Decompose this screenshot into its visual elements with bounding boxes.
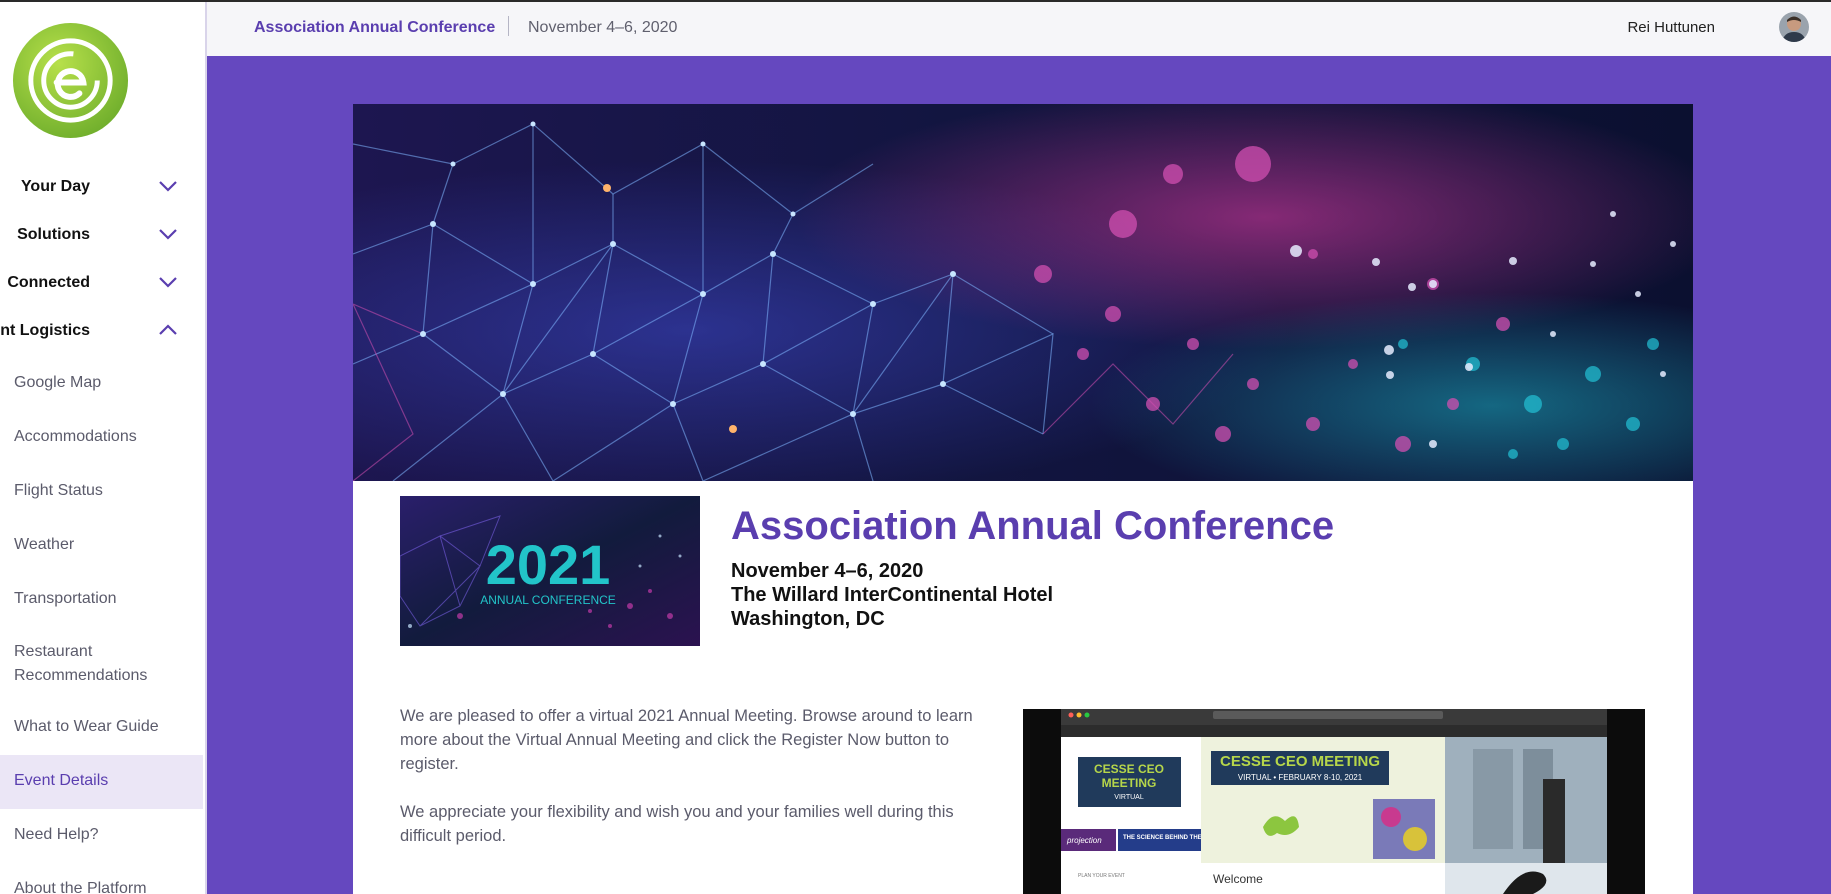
sidebar-item-label: About the Platform bbox=[14, 880, 147, 894]
sidebar-section-connected[interactable]: Connected bbox=[0, 263, 205, 303]
user-name[interactable]: Rei Huttunen bbox=[1627, 19, 1715, 36]
sidebar-item-what-to-wear-guide[interactable]: What to Wear Guide bbox=[0, 704, 203, 750]
virtual-platform-preview-image: CESSE CEO MEETING VIRTUAL projection THE… bbox=[1023, 709, 1645, 894]
sidebar: Your Day Solutions Connected nt Logistic… bbox=[0, 2, 207, 894]
avatar[interactable] bbox=[1779, 12, 1809, 42]
preview-welcome-text: Welcome bbox=[1213, 872, 1263, 886]
sidebar-item-label: Restaurant Recommendations bbox=[14, 643, 148, 684]
top-header: Association Annual Conference November 4… bbox=[207, 2, 1831, 56]
intro-paragraph: We are pleased to offer a virtual 2021 A… bbox=[400, 707, 973, 773]
chevron-down-icon bbox=[159, 181, 177, 192]
sidebar-item-weather[interactable]: Weather bbox=[0, 522, 203, 568]
conference-venue: The Willard InterContinental Hotel bbox=[731, 584, 1054, 606]
header-event-dates: November 4–6, 2020 bbox=[528, 19, 678, 36]
preview-graphic: CESSE CEO MEETING VIRTUAL projection THE… bbox=[1023, 709, 1645, 894]
sidebar-item-label: Flight Status bbox=[14, 482, 103, 499]
sidebar-item-label: Need Help? bbox=[14, 826, 99, 843]
sidebar-item-label: What to Wear Guide bbox=[14, 718, 159, 735]
sidebar-section-solutions[interactable]: Solutions bbox=[0, 215, 205, 255]
conference-2021-thumbnail: 2021 ANNUAL CONFERENCE bbox=[400, 496, 700, 646]
sidebar-section-label: nt Logistics bbox=[0, 322, 90, 339]
sidebar-item-label: Transportation bbox=[14, 590, 117, 607]
preview-badge-line1: CESSE CEO bbox=[1094, 762, 1164, 776]
preview-side-label: PLAN YOUR EVENT bbox=[1078, 873, 1125, 879]
sidebar-section-label: Connected bbox=[7, 274, 90, 291]
sidebar-item-flight-status[interactable]: Flight Status bbox=[0, 468, 203, 514]
sidebar-item-restaurant-recommendations[interactable]: Restaurant Recommendations bbox=[0, 630, 203, 694]
sidebar-item-google-map[interactable]: Google Map bbox=[0, 360, 203, 406]
sidebar-section-your-day[interactable]: Your Day bbox=[0, 167, 205, 207]
sidebar-item-accommodations[interactable]: Accommodations bbox=[0, 414, 203, 460]
preview-banner-title: CESSE CEO MEETING bbox=[1220, 753, 1380, 770]
chevron-down-icon bbox=[159, 229, 177, 240]
sidebar-item-label: Google Map bbox=[14, 374, 102, 391]
appreciation-paragraph: We appreciate your flexibility and wish … bbox=[400, 803, 954, 845]
brand-logo[interactable] bbox=[11, 21, 130, 140]
header-event-title[interactable]: Association Annual Conference bbox=[254, 19, 495, 37]
chevron-up-icon bbox=[159, 324, 177, 335]
sidebar-section-event-logistics[interactable]: nt Logistics bbox=[0, 311, 205, 351]
conference-location: Washington, DC bbox=[731, 608, 885, 630]
preview-badge-line3: VIRTUAL bbox=[1114, 794, 1144, 801]
sidebar-item-label: Accommodations bbox=[14, 428, 137, 445]
sidebar-section-label: Solutions bbox=[17, 226, 90, 243]
thumbnail-caption: ANNUAL CONFERENCE bbox=[480, 593, 616, 607]
sidebar-item-label: Event Details bbox=[14, 772, 109, 789]
preview-banner-subtitle: VIRTUAL • FEBRUARY 8-10, 2021 bbox=[1238, 773, 1363, 782]
conference-dates: November 4–6, 2020 bbox=[731, 560, 924, 582]
hero-banner-image bbox=[353, 104, 1693, 481]
chevron-down-icon bbox=[159, 277, 177, 288]
sidebar-item-transportation[interactable]: Transportation bbox=[0, 576, 203, 622]
preview-badge-line2: MEETING bbox=[1102, 776, 1157, 790]
sidebar-item-label: Weather bbox=[14, 536, 75, 553]
conference-title: Association Annual Conference bbox=[731, 504, 1335, 548]
thumbnail-year: 2021 bbox=[486, 533, 611, 596]
header-divider bbox=[508, 16, 509, 36]
event-details-card: 2021 ANNUAL CONFERENCE Association Annua… bbox=[353, 104, 1693, 894]
sidebar-item-about-the-platform[interactable]: About the Platform bbox=[0, 866, 203, 894]
preview-side-tile-1: projection bbox=[1066, 836, 1102, 845]
sidebar-item-need-help[interactable]: Need Help? bbox=[0, 812, 203, 858]
sidebar-item-event-details[interactable]: Event Details bbox=[0, 755, 203, 809]
sidebar-section-label: Your Day bbox=[20, 178, 90, 195]
